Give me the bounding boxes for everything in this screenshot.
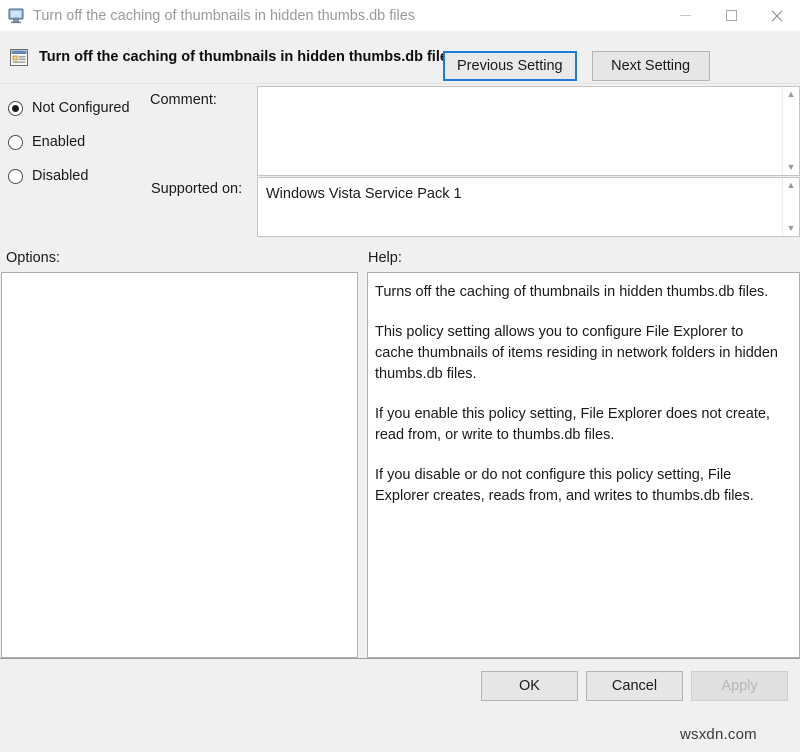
close-icon[interactable] [754,0,800,31]
watermark: wsxdn.com [680,726,757,743]
scroll-down-icon[interactable]: ▼ [787,163,796,172]
next-setting-button[interactable]: Next Setting [592,51,710,81]
radio-disabled-mark [8,169,23,184]
panels-region: Turns off the caching of thumbnails in h… [0,272,800,658]
title-bar: Turn off the caching of thumbnails in hi… [0,0,800,31]
comment-input[interactable]: ▲ ▼ [257,86,800,176]
radio-not-configured[interactable]: Not Configured [8,91,148,125]
ok-button[interactable]: OK [481,671,578,701]
supported-on-value: Windows Vista Service Pack 1 [266,186,462,202]
help-paragraph: If you enable this policy setting, File … [375,404,785,446]
supported-on-field[interactable]: Windows Vista Service Pack 1 ▲ ▼ [257,177,800,237]
help-scrollbar[interactable] [785,274,798,656]
scroll-up-icon[interactable]: ▲ [787,90,796,99]
comment-scrollbar[interactable]: ▲ ▼ [782,87,799,175]
help-panel[interactable]: Turns off the caching of thumbnails in h… [367,272,800,658]
window-title: Turn off the caching of thumbnails in hi… [33,8,415,24]
scroll-down-icon[interactable]: ▼ [787,224,796,233]
setting-navigation: Previous Setting Next Setting [443,51,710,81]
window-controls [662,0,800,31]
maximize-icon[interactable] [708,0,754,31]
dialog-footer: OK Cancel Apply [0,658,800,714]
radio-enabled[interactable]: Enabled [8,125,148,159]
panel-labels: Options: Help: [0,244,800,272]
previous-setting-button[interactable]: Previous Setting [443,51,577,81]
radio-disabled-label: Disabled [32,168,88,184]
supported-on-scrollbar[interactable]: ▲ ▼ [782,178,799,236]
options-label: Options: [6,250,60,266]
cancel-button[interactable]: Cancel [586,671,683,701]
radio-not-configured-label: Not Configured [32,100,130,116]
supported-on-label: Supported on: [151,181,242,197]
radio-not-configured-mark [8,101,23,116]
apply-button: Apply [691,671,788,701]
monitor-icon [7,8,25,24]
scroll-up-icon[interactable]: ▲ [787,181,796,190]
radio-enabled-label: Enabled [32,134,85,150]
radio-disabled[interactable]: Disabled [8,159,148,193]
help-paragraph: This policy setting allows you to config… [375,322,785,385]
comment-label: Comment: [150,92,217,108]
dialog-action-buttons: OK Cancel Apply [481,671,788,701]
policy-state-radio-group: Not Configured Enabled Disabled [8,91,148,193]
radio-enabled-mark [8,135,23,150]
help-label: Help: [368,250,402,266]
help-paragraph: Turns off the caching of thumbnails in h… [375,282,785,303]
minimize-icon[interactable] [662,0,708,31]
help-paragraph: If you disable or do not configure this … [375,465,785,507]
options-panel[interactable] [1,272,358,658]
policy-title: Turn off the caching of thumbnails in hi… [39,49,456,65]
policy-setting-icon [9,48,29,67]
state-and-metadata-area: Not Configured Enabled Disabled Comment:… [0,84,800,244]
